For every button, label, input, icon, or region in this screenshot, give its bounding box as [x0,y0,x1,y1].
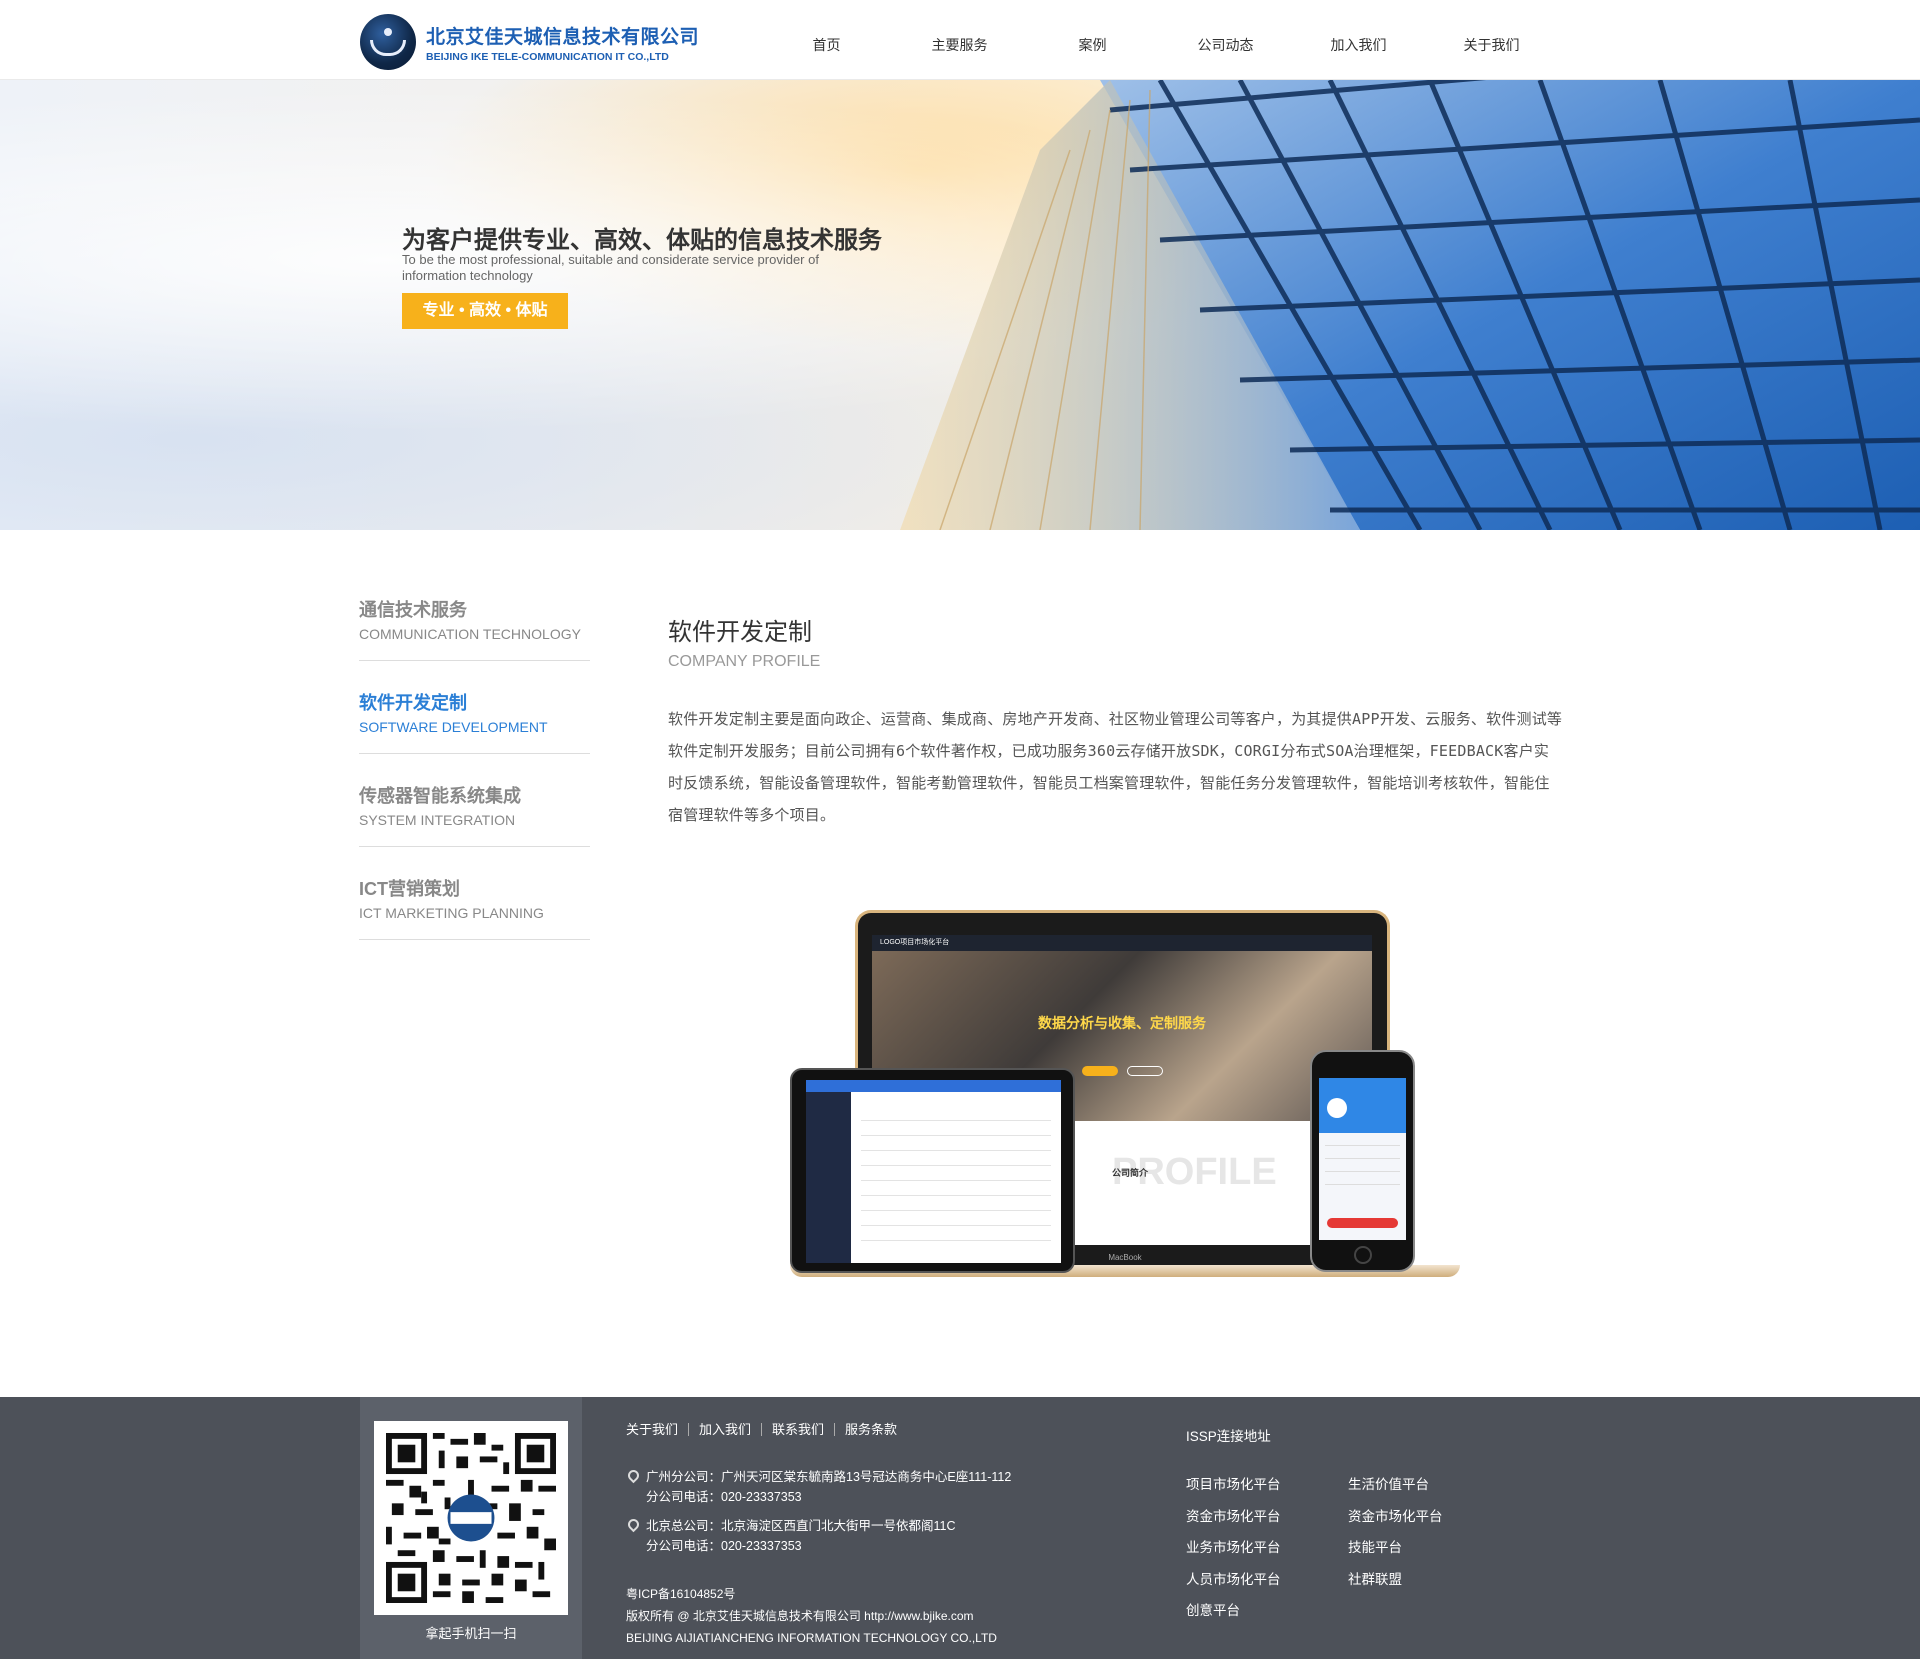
device-mockup-image: LOGO项目市场化平台 数据分析与收集、定制服务 PROFILE 公司简介 Ma… [790,905,1460,1295]
issp-link[interactable]: 技能平台 [1348,1532,1443,1564]
nav-about[interactable]: 关于我们 [1425,0,1558,80]
nav-cases[interactable]: 案例 [1026,0,1159,80]
footer-copyright: 粤ICP备16104852号 版权所有 @ 北京艾佳天城信息技术有限公司 htt… [626,1583,997,1649]
sidebar-item-communication[interactable]: 通信技术服务 COMMUNICATION TECHNOLOGY [359,590,590,661]
sidebar-item-sublabel: COMMUNICATION TECHNOLOGY [359,626,581,642]
issp-link[interactable]: 创意平台 [1186,1595,1281,1627]
sidebar-item-label: 传感器智能系统集成 [359,786,521,806]
qr-code [374,1421,568,1615]
sidebar-item-sublabel: SOFTWARE DEVELOPMENT [359,719,548,735]
phone-line: 分公司电话：020-23337353 [646,1490,802,1504]
footer-links: 关于我们 加入我们 联系我们 服务条款 [626,1423,907,1436]
laptop-screen-heading: 公司简介 [1112,1168,1149,1178]
main-nav: 首页 主要服务 案例 公司动态 加入我们 关于我们 [760,0,1558,80]
icp-number: 粤ICP备16104852号 [626,1587,736,1601]
issp-link[interactable]: 业务市场化平台 [1186,1532,1281,1564]
tablet-mockup [790,1068,1075,1273]
laptop-screen-hero-title: 数据分析与收集、定制服务 [1038,1015,1206,1031]
address-guangzhou: 广州分公司：广州天河区棠东毓南路13号冠达商务中心E座111-112 分公司电话… [625,1467,1012,1507]
location-pin-icon [625,1467,642,1484]
logo-emblem-icon [360,14,416,70]
service-description: 软件开发定制主要是面向政企、运营商、集成商、房地产开发商、社区物业管理公司等客户… [668,710,1563,824]
laptop-screen-button [1082,1066,1118,1076]
sidebar-item-label: ICT营销策划 [359,879,460,899]
phone-screen [1319,1078,1406,1240]
tablet-screen [806,1080,1061,1263]
tablet-screen-row [861,1165,1051,1166]
tablet-screen-row [861,1150,1051,1151]
issp-link[interactable]: 人员市场化平台 [1186,1564,1281,1596]
qr-panel: 拿起手机扫一扫 [360,1397,582,1659]
tablet-screen-row [861,1225,1051,1226]
site-header: 北京艾佳天城信息技术有限公司 BEIJING IKE TELE-COMMUNIC… [0,0,1920,80]
nav-home[interactable]: 首页 [760,0,893,80]
nav-join[interactable]: 加入我们 [1292,0,1425,80]
company-english-name: BEIJING AIJIATIANCHENG INFORMATION TECHN… [626,1631,997,1645]
address-line: 广州分公司：广州天河区棠东毓南路13号冠达商务中心E座111-112 [646,1470,1012,1484]
qr-caption: 拿起手机扫一扫 [425,1626,517,1641]
company-logo[interactable]: 北京艾佳天城信息技术有限公司 BEIJING IKE TELE-COMMUNIC… [360,14,700,70]
hero-building-image [900,80,1920,530]
nav-services[interactable]: 主要服务 [893,0,1026,80]
issp-links-col2: 生活价值平台 资金市场化平台 技能平台 社群联盟 [1348,1469,1443,1595]
logo-title: 北京艾佳天城信息技术有限公司 [426,26,700,48]
issp-link[interactable]: 社群联盟 [1348,1564,1443,1596]
phone-screen-header [1319,1078,1406,1133]
sidebar-item-label: 软件开发定制 [359,693,467,713]
footer-link-about[interactable]: 关于我们 [626,1423,690,1436]
phone-line: 分公司电话：020-23337353 [646,1539,802,1553]
page-subtitle: COMPANY PROFILE [668,653,821,670]
tablet-screen-row [861,1180,1051,1181]
issp-heading: ISSP连接地址 [1186,1429,1271,1444]
sidebar-item-sublabel: ICT MARKETING PLANNING [359,905,544,921]
laptop-screen-navbar: LOGO项目市场化平台 [872,935,1372,951]
tablet-screen-row [861,1120,1051,1121]
tablet-screen-row [861,1210,1051,1211]
logo-subtitle: BEIJING IKE TELE-COMMUNICATION IT CO.,LT… [426,50,669,63]
tablet-screen-row [861,1195,1051,1196]
address-beijing: 北京总公司：北京海淀区西直门北大街甲一号依都阁11C 分公司电话：020-233… [625,1516,956,1556]
page-title: 软件开发定制 [668,619,812,646]
qr-code-icon [386,1433,556,1603]
site-footer: 拿起手机扫一扫 关于我们 加入我们 联系我们 服务条款 广州分公司：广州天河区棠… [0,1397,1920,1659]
laptop-screen-button [1127,1066,1163,1076]
sidebar-item-software[interactable]: 软件开发定制 SOFTWARE DEVELOPMENT [359,683,590,754]
sidebar-item-label: 通信技术服务 [359,600,467,620]
sidebar-item-marketing[interactable]: ICT营销策划 ICT MARKETING PLANNING [359,869,590,940]
issp-links-col1: 项目市场化平台 资金市场化平台 业务市场化平台 人员市场化平台 创意平台 [1186,1469,1281,1627]
address-line: 北京总公司：北京海淀区西直门北大街甲一号依都阁11C [646,1519,956,1533]
phone-home-button [1354,1246,1372,1264]
issp-link[interactable]: 资金市场化平台 [1186,1501,1281,1533]
issp-link[interactable]: 生活价值平台 [1348,1469,1443,1501]
hero-tagline-button[interactable]: 专业 • 高效 • 体贴 [402,293,568,329]
copyright-text: 版权所有 @ 北京艾佳天城信息技术有限公司 http://www.bjike.c… [626,1609,974,1623]
footer-link-contact[interactable]: 联系我们 [762,1423,836,1436]
hero-banner: 为客户提供专业、高效、体贴的信息技术服务 To be the most prof… [0,80,1920,530]
tablet-screen-row [861,1240,1051,1241]
nav-news[interactable]: 公司动态 [1159,0,1292,80]
footer-link-join[interactable]: 加入我们 [689,1423,763,1436]
tablet-screen-row [861,1135,1051,1136]
footer-link-terms[interactable]: 服务条款 [835,1423,907,1436]
tablet-screen-topbar [806,1080,1061,1092]
main-content: 软件开发定制 COMPANY PROFILE 软件开发定制主要是面向政企、运营商… [668,612,1563,831]
tablet-screen-sidebar [806,1080,851,1263]
issp-link[interactable]: 项目市场化平台 [1186,1469,1281,1501]
sidebar-item-sublabel: SYSTEM INTEGRATION [359,812,516,828]
hero-subtitle: To be the most professional, suitable an… [402,252,819,283]
service-sidebar: 通信技术服务 COMMUNICATION TECHNOLOGY 软件开发定制 S… [359,590,590,962]
sidebar-item-integration[interactable]: 传感器智能系统集成 SYSTEM INTEGRATION [359,776,590,847]
phone-screen-button [1327,1218,1398,1228]
location-pin-icon [625,1516,642,1533]
avatar [1327,1098,1347,1118]
phone-mockup [1310,1050,1415,1272]
issp-link[interactable]: 资金市场化平台 [1348,1501,1443,1533]
hero-title: 为客户提供专业、高效、体贴的信息技术服务 [402,227,882,254]
